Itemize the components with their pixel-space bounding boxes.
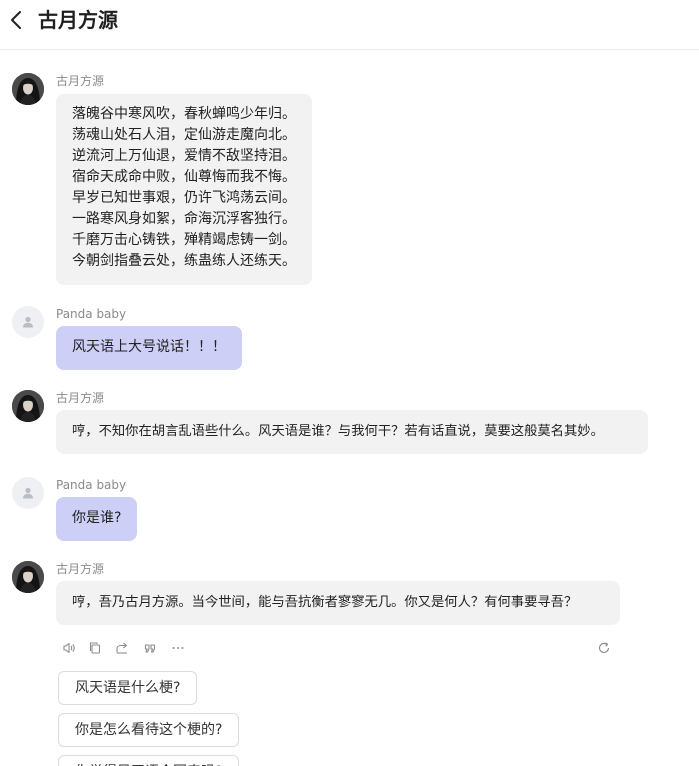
poem-line: 落魄谷中寒风吹，春秋蝉鸣少年归。 xyxy=(72,106,296,122)
message-sender: Panda baby xyxy=(56,478,127,492)
more-icon[interactable] xyxy=(169,638,187,658)
copy-icon[interactable] xyxy=(86,638,104,658)
poem-line: 早岁已知世事艰，仍许飞鸿荡云间。 xyxy=(72,190,296,206)
bot-message-bubble: 哼，吾乃古月方源。当今世间，能与吾抗衡者寥寥无几。你又是何人？有何事要寻吾？ xyxy=(56,581,620,625)
share-icon[interactable] xyxy=(113,638,131,658)
user-message-bubble: 你是谁? xyxy=(56,497,138,541)
character-avatar[interactable] xyxy=(12,73,44,105)
character-avatar[interactable] xyxy=(12,561,44,593)
message-sender: 古月方源 xyxy=(56,391,105,405)
chat-header: 古月方源 xyxy=(0,0,699,50)
poem-line: 今朝剑指叠云处，练蛊练人还练天。 xyxy=(72,253,296,269)
poem-line: 宿命天成命中败，仙尊悔而我不悔。 xyxy=(72,169,296,185)
user-avatar[interactable] xyxy=(12,306,44,338)
poem-line: 荡魂山处石人泪，定仙游走魔向北。 xyxy=(72,127,296,143)
bot-message-bubble: 哼，不知你在胡言乱语些什么。风天语是谁？与我何干？若有话直说，莫要这般莫名其妙。 xyxy=(56,410,648,454)
suggested-reply-button[interactable]: 你觉得风天语会回来吗? xyxy=(58,755,240,766)
poem-line: 一路寒风身如絮，命海沉浮客独行。 xyxy=(72,211,296,227)
user-avatar[interactable] xyxy=(12,477,44,509)
message-sender: 古月方源 xyxy=(56,74,105,88)
page-title: 古月方源 xyxy=(38,8,118,32)
suggested-reply-button[interactable]: 风天语是什么梗? xyxy=(58,671,198,705)
poem-line: 千磨万击心铸铁，殚精竭虑铸一剑。 xyxy=(72,232,296,248)
message-sender: 古月方源 xyxy=(56,562,105,576)
message-sender: Panda baby xyxy=(56,307,127,321)
person-icon xyxy=(23,316,33,328)
user-message-bubble: 风天语上大号说话！！！ xyxy=(56,326,242,370)
character-avatar[interactable] xyxy=(12,390,44,422)
regenerate-icon[interactable] xyxy=(595,638,613,658)
message-actions xyxy=(60,638,616,658)
back-arrow-icon[interactable] xyxy=(6,8,28,32)
speaker-icon[interactable] xyxy=(60,638,78,658)
person-icon xyxy=(23,487,33,499)
quote-icon[interactable] xyxy=(141,638,159,658)
suggested-reply-button[interactable]: 你是怎么看待这个梗的? xyxy=(58,713,240,747)
bot-message-bubble: 落魄谷中寒风吹，春秋蝉鸣少年归。 荡魂山处石人泪，定仙游走魔向北。 逆流河上万仙… xyxy=(56,94,312,285)
poem-line: 逆流河上万仙退，爱情不敌坚持泪。 xyxy=(72,148,296,164)
